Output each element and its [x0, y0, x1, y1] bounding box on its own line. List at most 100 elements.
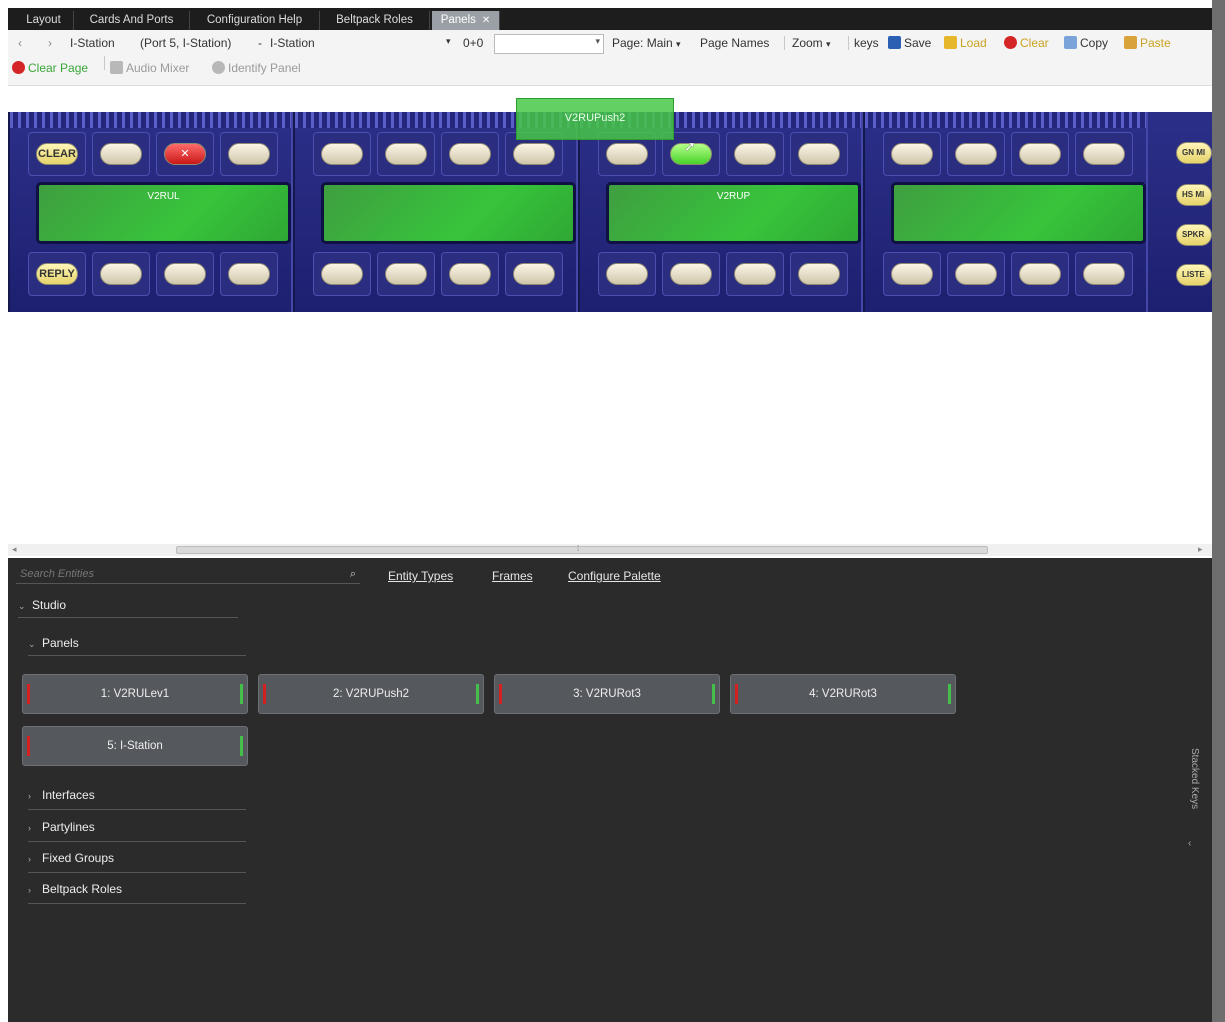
drag-ghost-panel[interactable]: V2RUPush2 — [516, 98, 674, 140]
panel-key-button[interactable] — [606, 143, 648, 165]
key-slot — [947, 252, 1005, 296]
zoom-button[interactable]: Zoom ▾ — [792, 36, 831, 50]
panel-key-button[interactable] — [228, 263, 270, 285]
page-names-button[interactable]: Page Names — [700, 36, 769, 50]
chevron-left-icon[interactable]: ‹ — [1188, 838, 1191, 849]
beltpack-roles-group[interactable]: › Beltpack Roles — [28, 882, 246, 904]
fixed-groups-group[interactable]: › Fixed Groups — [28, 851, 246, 873]
panel-key-button[interactable] — [1019, 143, 1061, 165]
clear-button[interactable]: Clear — [1004, 36, 1049, 50]
panel-key-button[interactable] — [891, 263, 933, 285]
chevron-down-icon: ⌄ — [18, 601, 26, 611]
panel-key-button[interactable] — [385, 143, 427, 165]
forward-arrow-icon[interactable]: › — [48, 36, 52, 50]
search-icon[interactable]: ⌕ — [350, 564, 356, 584]
panel-key-button[interactable] — [1083, 263, 1125, 285]
panel-key-button[interactable] — [449, 263, 491, 285]
key-slot — [947, 132, 1005, 176]
entity-palette: Search Entities ⌕ Entity Types Frames Con… — [8, 558, 1212, 1022]
load-button[interactable]: Load — [944, 36, 987, 50]
panel-key-button[interactable]: REPLY — [36, 263, 78, 285]
key-slot — [1075, 132, 1133, 176]
panel-key-button[interactable] — [100, 263, 142, 285]
horizontal-scrollbar[interactable]: ◂ ⁞ ▸ — [8, 544, 1212, 556]
panel-display — [321, 182, 576, 244]
panel-key-button[interactable] — [321, 143, 363, 165]
key-panel[interactable] — [863, 112, 1148, 312]
key-panel[interactable]: V2RUP — [578, 112, 863, 312]
panel-key-button[interactable] — [385, 263, 427, 285]
panel-tile[interactable]: 4: V2RURot3 — [730, 674, 956, 714]
scroll-left-icon[interactable]: ◂ — [12, 544, 17, 555]
status-bar-right — [240, 684, 243, 704]
side-key[interactable]: GN MI — [1176, 142, 1212, 164]
panel-canvas[interactable]: CLEAR ✕ V2RUL REPLY V2RUP GN MI HS MI SPKR C… — [8, 86, 1212, 556]
panels-group[interactable]: ⌄ Panels — [28, 636, 246, 656]
panel-tile[interactable]: 5: I-Station — [22, 726, 248, 766]
studio-group[interactable]: ⌄ Studio — [18, 598, 238, 618]
panel-key-button[interactable]: ✕ — [164, 143, 206, 165]
panel-key-button[interactable] — [513, 143, 555, 165]
panel-strip: CLEAR ✕ V2RUL REPLY V2RUP GN MI HS MI SPKR C… — [8, 112, 1212, 312]
partylines-group[interactable]: › Partylines — [28, 820, 246, 842]
save-button[interactable]: Save — [888, 36, 931, 50]
identify-panel-button[interactable]: Identify Panel — [212, 61, 301, 75]
station-dropdown-arrow-icon[interactable]: ▾ — [446, 36, 451, 47]
key-panel[interactable] — [293, 112, 578, 312]
close-tab-icon[interactable]: ✕ — [482, 15, 490, 26]
panel-tile-label: 1: V2RULev1 — [100, 688, 170, 700]
tab-panels[interactable]: Panels ✕ — [432, 11, 500, 30]
scrollbar-thumb[interactable]: ⁞ — [176, 544, 988, 554]
panel-key-button[interactable] — [321, 263, 363, 285]
audio-mixer-button[interactable]: Audio Mixer — [110, 61, 189, 75]
panel-key-button[interactable] — [228, 143, 270, 165]
back-arrow-icon[interactable]: ‹ — [18, 36, 22, 50]
panel-key-button[interactable] — [1083, 143, 1125, 165]
tab-panels-label: Panels — [440, 14, 476, 26]
panel-combo-box[interactable]: ▾ — [494, 34, 604, 54]
panel-key-button[interactable] — [734, 263, 776, 285]
panel-tile[interactable]: 2: V2RUPush2 — [258, 674, 484, 714]
side-key[interactable]: SPKR C — [1176, 224, 1212, 246]
panel-key-button[interactable] — [798, 263, 840, 285]
paste-button[interactable]: Paste — [1124, 36, 1171, 50]
audio-mixer-label: Audio Mixer — [126, 61, 190, 75]
key-panel[interactable]: CLEAR ✕ V2RUL REPLY — [8, 112, 293, 312]
key-slot — [790, 132, 848, 176]
interfaces-group[interactable]: › Interfaces — [28, 788, 246, 810]
page-selector[interactable]: Page: Main ▾ — [612, 36, 681, 50]
chevron-down-icon: ▾ — [826, 39, 831, 49]
tab-cards-and-ports[interactable]: Cards And Ports — [74, 11, 190, 30]
side-key[interactable]: HS MI — [1176, 184, 1212, 206]
configure-palette-link[interactable]: Configure Palette — [568, 569, 661, 583]
tab-beltpack-roles[interactable]: Beltpack Roles — [320, 11, 430, 30]
panel-key-button[interactable] — [606, 263, 648, 285]
chevron-down-icon: ▾ — [595, 36, 600, 46]
search-input[interactable]: Search Entities ⌕ — [16, 564, 360, 584]
scroll-right-icon[interactable]: ▸ — [1198, 544, 1203, 555]
copy-button[interactable]: Copy — [1064, 36, 1108, 50]
status-bar-right — [476, 684, 479, 704]
grip-icon: ⁞ — [577, 544, 580, 553]
panel-key-button[interactable]: CLEAR — [36, 143, 78, 165]
panel-key-button[interactable] — [955, 143, 997, 165]
entity-types-link[interactable]: Entity Types — [388, 569, 453, 583]
panel-key-button[interactable] — [164, 263, 206, 285]
panel-tile[interactable]: 3: V2RURot3 — [494, 674, 720, 714]
frames-link[interactable]: Frames — [492, 569, 533, 583]
panel-key-button[interactable] — [100, 143, 142, 165]
panel-key-button[interactable] — [1019, 263, 1061, 285]
key-slot — [156, 252, 214, 296]
panel-key-button[interactable] — [734, 143, 776, 165]
side-key[interactable]: LISTE — [1176, 264, 1212, 286]
panel-key-button[interactable] — [449, 143, 491, 165]
panel-key-button[interactable] — [891, 143, 933, 165]
panel-key-button[interactable] — [513, 263, 555, 285]
panel-tile[interactable]: 1: V2RULev1 — [22, 674, 248, 714]
panel-key-button[interactable] — [670, 263, 712, 285]
clear-page-button[interactable]: Clear Page — [12, 61, 88, 75]
tab-layout[interactable]: Layout — [14, 11, 74, 30]
panel-key-button[interactable] — [798, 143, 840, 165]
panel-key-button[interactable] — [955, 263, 997, 285]
tab-configuration-help[interactable]: Configuration Help — [190, 11, 320, 30]
